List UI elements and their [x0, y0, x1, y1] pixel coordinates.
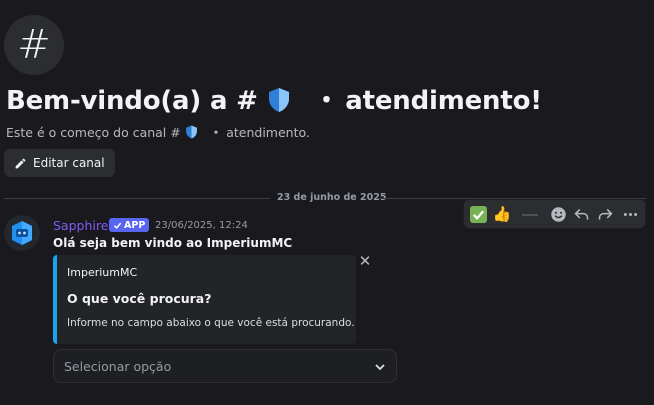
channel-subtitle: Este é o começo do canal # ・ atendimento. [6, 122, 310, 141]
chevron-down-icon [375, 364, 385, 371]
app-badge-label: APP [124, 219, 146, 231]
reply-button[interactable] [571, 204, 591, 224]
reaction-thumbs-up-button[interactable]: 👍 [492, 204, 512, 224]
message-author[interactable]: Sapphire [53, 218, 108, 233]
message-timestamp: 23/06/2025, 12:24 [155, 220, 248, 231]
avatar[interactable] [4, 215, 40, 251]
more-options-button[interactable] [620, 204, 640, 224]
forward-icon [598, 208, 613, 220]
shield-icon-small [185, 125, 197, 139]
add-reaction-button[interactable] [548, 204, 568, 224]
dot-separator: ・ [313, 86, 340, 116]
thumbs-up-emoji-icon: 👍 [492, 205, 512, 223]
welcome-title: Bem-vindo(a) a # ・ atendimento! [6, 80, 542, 117]
message-text: Olá seja bem vindo ao ImperiumMC [53, 236, 293, 250]
verified-check-icon [113, 222, 122, 229]
more-icon [623, 212, 637, 216]
embed-description: Informe no campo abaixo o que você está … [67, 317, 355, 329]
date-divider-left [4, 198, 270, 199]
message-hover-toolbar: 👍 [463, 199, 646, 229]
subtitle-prefix: Este é o começo do canal # [6, 125, 181, 140]
welcome-suffix: atendimento! [345, 86, 542, 116]
pencil-icon [15, 158, 26, 168]
embed-author: ImperiumMC [67, 266, 138, 279]
date-divider-label: 23 de junho de 2025 [277, 192, 387, 203]
channel-hash-icon: # [4, 15, 64, 75]
edit-channel-label: Editar canal [33, 156, 105, 170]
toolbar-separator [522, 214, 538, 216]
dot-separator-small: ・ [209, 125, 223, 140]
check-mark-emoji-icon [469, 205, 487, 223]
shield-icon [268, 88, 289, 112]
subtitle-suffix: atendimento. [226, 125, 310, 140]
embed-title: O que você procura? [67, 291, 212, 306]
forward-button[interactable] [595, 204, 615, 224]
close-icon[interactable]: ✕ [357, 252, 373, 270]
app-badge: APP [109, 218, 150, 232]
edit-channel-button[interactable]: Editar canal [4, 149, 115, 177]
option-select[interactable]: Selecionar opção [53, 349, 397, 383]
smiley-icon [550, 206, 566, 222]
bot-avatar-icon [4, 215, 40, 251]
welcome-prefix: Bem-vindo(a) a # [6, 86, 258, 116]
message-embed: ImperiumMC O que você procura? Informe n… [53, 255, 356, 344]
reaction-check-button[interactable] [468, 204, 488, 224]
reply-icon [573, 208, 588, 220]
select-placeholder: Selecionar opção [64, 359, 172, 374]
